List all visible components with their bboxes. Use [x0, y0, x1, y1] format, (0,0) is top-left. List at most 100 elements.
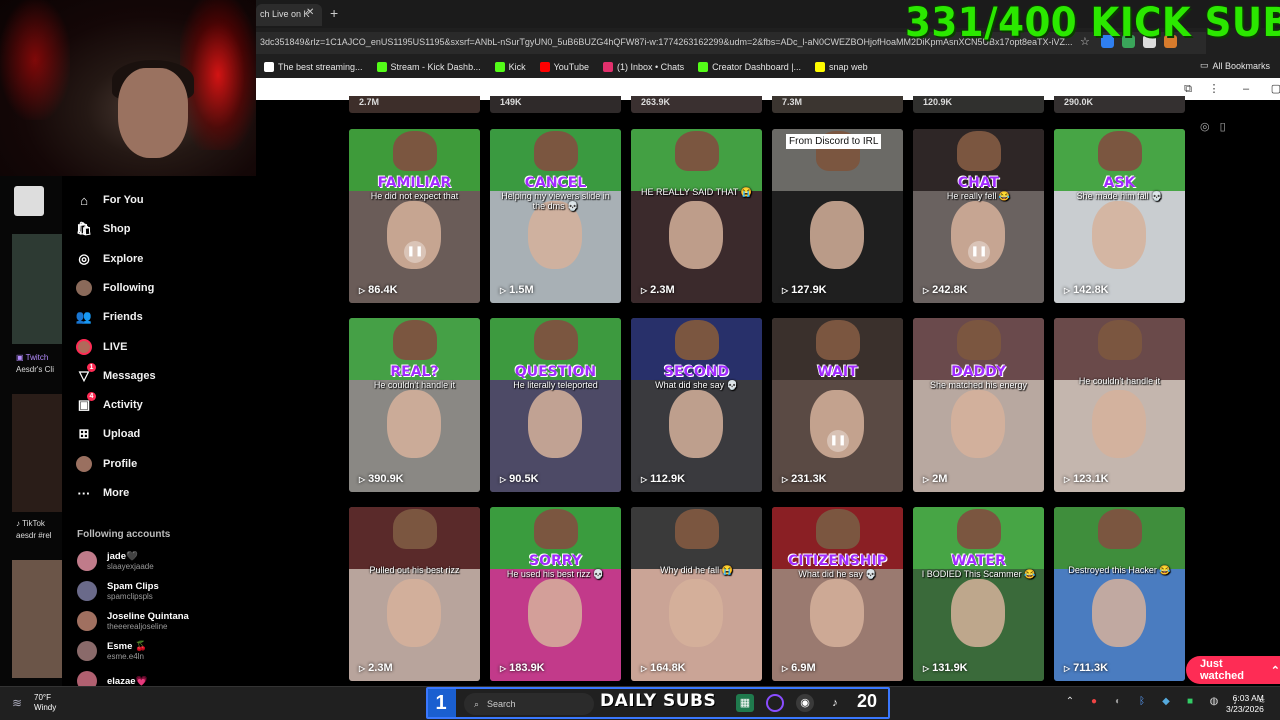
- view-count: ▷ 390.9K: [359, 473, 404, 485]
- sidebar-item-explore[interactable]: ◎ Explore: [76, 248, 143, 270]
- sidebar-item-shop[interactable]: 🛍 Shop: [76, 218, 131, 240]
- play-icon: ▷: [500, 663, 507, 673]
- following-account[interactable]: Spam Clips spamclipspls: [77, 578, 159, 604]
- bookmark-item[interactable]: Kick: [494, 62, 526, 72]
- more-icon: ···: [77, 485, 91, 501]
- video-card[interactable]: HE REALLY SAID THAT 😭 ▷ 2.3M: [631, 129, 762, 303]
- pause-icon[interactable]: ❚❚: [968, 241, 990, 263]
- sidebar-item-live[interactable]: LIVE: [76, 336, 127, 358]
- sidebar-item-following[interactable]: Following: [76, 277, 154, 299]
- play-icon: ▷: [782, 285, 789, 295]
- app-tiktok-icon[interactable]: ♪: [826, 694, 844, 712]
- sidebar-item-friends[interactable]: 👥 Friends: [76, 306, 143, 328]
- clock[interactable]: 6:03 AM 3/23/2026: [1226, 693, 1264, 715]
- puzzle-icon[interactable]: ⧉: [1182, 83, 1194, 95]
- bookmark-item[interactable]: The best streaming...: [264, 62, 363, 72]
- bluetooth-icon[interactable]: ᛒ: [1136, 696, 1148, 708]
- video-card[interactable]: QUESTION He literally teleported ▷ 90.5K: [490, 318, 621, 492]
- sidebar-item-messages[interactable]: ▽ 1 Messages: [76, 362, 156, 387]
- minimize-icon[interactable]: –: [1240, 83, 1252, 95]
- bookmark-item[interactable]: Creator Dashboard |...: [698, 62, 801, 72]
- sidebar-nav: Following accounts ⌂ For You 🛍 Shop ◎ Explore…: [62, 176, 256, 691]
- tray-app-icon[interactable]: ■: [1184, 696, 1196, 708]
- taskbar-search[interactable]: ⌕ Search: [464, 693, 594, 715]
- search-placeholder: Search: [487, 699, 516, 709]
- sidebar-item-label: More: [103, 487, 130, 499]
- account-handle: slaayexjaade: [107, 562, 154, 571]
- video-caption: He really fell 😂: [946, 191, 1011, 201]
- pause-icon[interactable]: ❚❚: [404, 241, 426, 263]
- bookmark-favicon-icon: [539, 62, 550, 72]
- video-card[interactable]: ASK She made him fall 💀 ▷ 142.8K: [1054, 129, 1185, 303]
- video-card[interactable]: SECOND What did she say 💀 ▷ 112.9K: [631, 318, 762, 492]
- app-green-icon[interactable]: ▦: [736, 694, 754, 712]
- video-card[interactable]: CANCEL Helping my viewers slide in the dm…: [490, 129, 621, 303]
- video-card[interactable]: Pulled out his best rizz ▷ 2.3M: [349, 507, 480, 681]
- account-name: Spam Clips: [107, 581, 159, 592]
- app-circle-icon[interactable]: [766, 694, 784, 712]
- chevron-up-icon[interactable]: ⌃: [1064, 696, 1076, 708]
- tray-app-icon[interactable]: ◍: [1208, 696, 1220, 708]
- target-icon[interactable]: ◎: [1200, 120, 1210, 133]
- view-count: ▷ 142.8K: [1064, 284, 1109, 296]
- video-card[interactable]: CHAT He really fell 😂 ❚❚ ▷ 242.8K: [913, 129, 1044, 303]
- play-icon: ▷: [923, 663, 930, 673]
- app-chrome-icon[interactable]: ◉: [796, 694, 814, 712]
- video-card[interactable]: WATER I BODIED This Scammer 😂 ▷ 131.9K: [913, 507, 1044, 681]
- video-grid: FAMILIAR He did not expect that ❚❚ ▷ 86.4K CA…: [349, 96, 1189, 686]
- avatar: [77, 551, 97, 571]
- bookmark-item[interactable]: Stream - Kick Dashb...: [376, 62, 481, 72]
- start-button[interactable]: 1: [426, 689, 456, 717]
- sidebar-item-activity[interactable]: ▣ 4 Activity: [76, 392, 143, 416]
- video-card[interactable]: WAIT ❚❚ ▷ 231.3K: [772, 318, 903, 492]
- video-card[interactable]: From Discord to IRL ▷ 127.9K: [772, 129, 903, 303]
- video-caption: He used his best rizz 💀: [506, 569, 605, 579]
- maximize-icon[interactable]: ▢: [1270, 83, 1280, 95]
- view-count-value: 390.9K: [368, 473, 404, 485]
- following-account[interactable]: Esme 🍒 esme.e4ln: [77, 638, 147, 664]
- following-account[interactable]: Joseline Quintana theeerealjoseline: [77, 608, 189, 634]
- bookmark-item[interactable]: snap web: [815, 62, 868, 72]
- just-watched-button[interactable]: Just watched ⌃: [1186, 656, 1280, 684]
- view-count-value: 183.9K: [509, 662, 545, 674]
- video-caption: Helping my viewers slide in the dms 💀: [501, 191, 610, 211]
- play-icon: ▷: [923, 474, 930, 484]
- phone-icon[interactable]: ▯: [1220, 120, 1226, 133]
- account-name: Joseline Quintana: [107, 611, 189, 622]
- chevron-up-icon: ⌃: [1270, 664, 1280, 677]
- sidebar-item-upload[interactable]: ⊞ Upload: [76, 423, 141, 445]
- sidebar-item-profile[interactable]: Profile: [76, 453, 137, 475]
- tiktok-icon: ♪: [16, 519, 20, 528]
- preview-thumb[interactable]: [12, 394, 62, 512]
- close-tab-icon[interactable]: ✕: [306, 7, 314, 18]
- video-card[interactable]: He couldn't handle it ▷ 123.1K: [1054, 318, 1185, 492]
- video-card[interactable]: FAMILIAR He did not expect that ❚❚ ▷ 86.4K: [349, 129, 480, 303]
- pause-icon[interactable]: ❚❚: [827, 430, 849, 452]
- bookmark-favicon-icon: [602, 62, 613, 72]
- menu-dots-icon[interactable]: ⋮: [1208, 83, 1220, 95]
- video-card[interactable]: REAL? He couldn't handle it ▷ 390.9K: [349, 318, 480, 492]
- avatar: [77, 611, 97, 631]
- sidebar-item-more[interactable]: ··· More: [76, 482, 130, 504]
- tray-app-icon[interactable]: ◆: [1160, 696, 1172, 708]
- video-card[interactable]: DADDY She matched his energy ▷ 2M: [913, 318, 1044, 492]
- bookmark-item[interactable]: YouTube: [539, 62, 589, 72]
- video-card[interactable]: CITIZENSHIP What did he say 💀 ▷ 6.9M: [772, 507, 903, 681]
- video-card[interactable]: SORRY He used his best rizz 💀 ▷ 183.9K: [490, 507, 621, 681]
- bookmark-item[interactable]: (1) Inbox • Chats: [602, 62, 684, 72]
- new-tab-icon[interactable]: +: [330, 5, 338, 21]
- view-count-value: 711.3K: [1073, 662, 1109, 674]
- preview-thumb[interactable]: [12, 560, 62, 678]
- weather-desc: Windy: [34, 703, 57, 712]
- sidebar-item-for-you[interactable]: ⌂ For You: [76, 189, 143, 211]
- view-count-value: 1.5M: [509, 284, 534, 296]
- preview-thumb[interactable]: [12, 234, 62, 344]
- following-account[interactable]: jade🖤 slaayexjaade: [77, 548, 154, 574]
- tray-app-icon[interactable]: ◐: [1112, 696, 1124, 708]
- all-bookmarks[interactable]: ▭ All Bookmarks: [1200, 60, 1270, 71]
- video-card[interactable]: Why did he fall 😭 ▷ 164.8K: [631, 507, 762, 681]
- view-count-value: 2.3M: [650, 284, 675, 296]
- weather-widget[interactable]: ≋ 70°F Windy: [12, 693, 56, 713]
- video-card[interactable]: Destroyed this Hacker 😂 ▷ 711.3K: [1054, 507, 1185, 681]
- tray-app-icon[interactable]: ●: [1088, 696, 1100, 708]
